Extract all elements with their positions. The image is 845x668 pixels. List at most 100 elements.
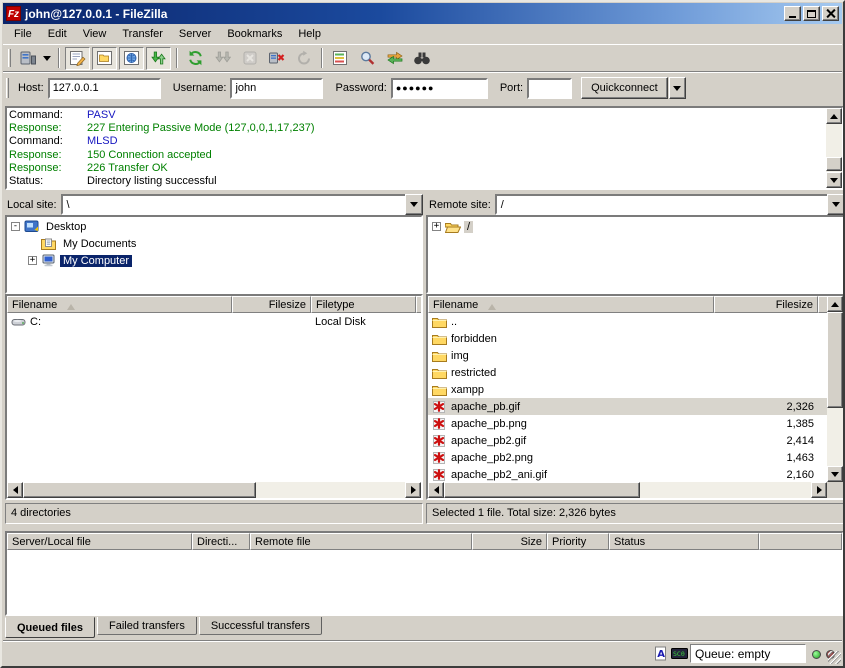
tree-expander-icon[interactable]: - (11, 222, 20, 231)
scroll-down-button[interactable] (827, 466, 843, 482)
directory-comparison-button[interactable] (328, 47, 353, 70)
log-scrollbar[interactable] (826, 108, 842, 188)
maximize-button[interactable] (803, 6, 820, 21)
quickconnect-dropdown[interactable] (669, 77, 686, 99)
menu-help[interactable]: Help (290, 26, 329, 42)
file-row-apache-pb2-png[interactable]: apache_pb2.png1,463 (428, 449, 827, 466)
column-header-filesize[interactable]: Filesize (714, 296, 818, 313)
menu-server[interactable]: Server (171, 26, 219, 42)
chevron-down-icon (832, 202, 840, 211)
find-button[interactable] (409, 47, 434, 70)
folder-icon (432, 333, 449, 345)
remote-site-combobox[interactable]: / (495, 194, 845, 215)
scroll-thumb[interactable] (444, 482, 640, 498)
host-input[interactable] (48, 78, 161, 99)
tab-successful-transfers[interactable]: Successful transfers (199, 617, 322, 635)
file-row-apache-pb2-ani-gif[interactable]: apache_pb2_ani.gif2,160 (428, 466, 827, 483)
menu-file[interactable]: File (6, 26, 40, 42)
tab-failed-transfers[interactable]: Failed transfers (97, 617, 197, 635)
column-header-filetype[interactable]: Filetype (311, 296, 416, 313)
tree-item-desktop[interactable]: -Desktop (7, 218, 421, 235)
encryption-indicator-icon[interactable]: SC0 (671, 646, 688, 661)
port-input[interactable] (527, 78, 572, 99)
filter-button[interactable] (355, 47, 380, 70)
image-file-icon (432, 451, 449, 464)
local-site-dropdown[interactable] (405, 194, 423, 215)
column-header-l[interactable]: L (416, 296, 423, 313)
reconnect-button[interactable] (291, 47, 316, 70)
file-row-item[interactable]: .. (428, 313, 827, 330)
site-manager-button[interactable] (15, 47, 40, 70)
file-row-restricted[interactable]: restricted (428, 364, 827, 381)
file-row-c[interactable]: C:Local Disk (7, 313, 421, 330)
toggle-queue-view-button[interactable] (146, 47, 171, 70)
folder-icon (432, 316, 449, 328)
column-header-priority[interactable]: Priority (547, 533, 609, 550)
remote-site-dropdown[interactable] (827, 194, 845, 215)
column-header-server-local-file[interactable]: Server/Local file (7, 533, 192, 550)
file-row-img[interactable]: img (428, 347, 827, 364)
synchronized-browsing-button[interactable] (382, 47, 407, 70)
scroll-thumb[interactable] (826, 157, 842, 171)
scroll-right-button[interactable] (405, 482, 421, 498)
remote-vscrollbar[interactable] (827, 296, 843, 482)
column-header-filename[interactable]: Filename (7, 296, 232, 313)
scroll-up-button[interactable] (826, 108, 842, 124)
scroll-down-button[interactable] (826, 172, 842, 188)
local-site-combobox[interactable]: \ (61, 194, 423, 215)
tab-queued-files[interactable]: Queued files (5, 617, 95, 638)
site-manager-dropdown[interactable] (40, 47, 53, 70)
username-input[interactable] (230, 78, 323, 99)
resize-grip[interactable] (828, 651, 841, 664)
scroll-thumb[interactable] (23, 482, 256, 498)
scroll-thumb[interactable] (827, 312, 843, 408)
scroll-right-button[interactable] (811, 482, 827, 498)
scroll-left-button[interactable] (428, 482, 444, 498)
column-header-size[interactable]: Size (472, 533, 547, 550)
triangle-up-icon (830, 110, 838, 119)
transfer-queue: Server/Local fileDirecti...Remote fileSi… (5, 531, 844, 616)
log-line: Status:Directory listing successful (9, 175, 824, 188)
toggle-log-view-button[interactable] (65, 47, 90, 70)
toggle-remote-tree-view-button[interactable] (119, 47, 144, 70)
column-header-remote-file[interactable]: Remote file (250, 533, 472, 550)
password-input[interactable] (391, 78, 488, 99)
menu-view[interactable]: View (75, 26, 115, 42)
column-header-status[interactable]: Status (609, 533, 759, 550)
toolbar-grip (8, 49, 11, 67)
file-row-forbidden[interactable]: forbidden (428, 330, 827, 347)
folder-icon (432, 367, 449, 379)
disconnect-button[interactable] (264, 47, 289, 70)
close-button[interactable] (822, 6, 839, 21)
local-hscrollbar[interactable] (7, 482, 421, 498)
minimize-button[interactable] (784, 6, 801, 21)
column-header-directi[interactable]: Directi... (192, 533, 250, 550)
docs-folder-icon (41, 238, 58, 250)
refresh-button[interactable] (183, 47, 208, 70)
menu-bookmarks[interactable]: Bookmarks (219, 26, 290, 42)
tree-item-item[interactable]: +/ (428, 218, 843, 235)
scroll-up-button[interactable] (827, 296, 843, 312)
toggle-local-tree-view-button[interactable] (92, 47, 117, 70)
tree-expander-icon[interactable]: + (432, 222, 441, 231)
tree-item-my-documents[interactable]: My Documents (7, 235, 421, 252)
file-row-apache-pb2-gif[interactable]: apache_pb2.gif2,414 (428, 432, 827, 449)
quickconnect-button[interactable]: Quickconnect (581, 77, 668, 99)
tree-item-my-computer[interactable]: +My Computer (7, 252, 421, 269)
file-row-xampp[interactable]: xampp (428, 381, 827, 398)
menu-transfer[interactable]: Transfer (114, 26, 171, 42)
process-queue-button[interactable] (210, 47, 235, 70)
folder-open-icon (445, 221, 462, 233)
column-header-filesize[interactable]: Filesize (232, 296, 311, 313)
file-row-apache-pb-gif[interactable]: apache_pb.gif2,326 (428, 398, 827, 415)
tree-expander-icon[interactable]: + (28, 256, 37, 265)
menu-edit[interactable]: Edit (40, 26, 75, 42)
cancel-operation-button[interactable] (237, 47, 262, 70)
remote-hscrollbar[interactable] (428, 482, 827, 498)
transfer-type-indicator-icon[interactable]: A (652, 646, 669, 661)
scroll-left-button[interactable] (7, 482, 23, 498)
svg-text:A: A (657, 649, 665, 660)
column-header-filename[interactable]: Filename (428, 296, 714, 313)
remote-list-body: ..forbiddenimgrestrictedxamppapache_pb.g… (428, 313, 827, 483)
file-row-apache-pb-png[interactable]: apache_pb.png1,385 (428, 415, 827, 432)
